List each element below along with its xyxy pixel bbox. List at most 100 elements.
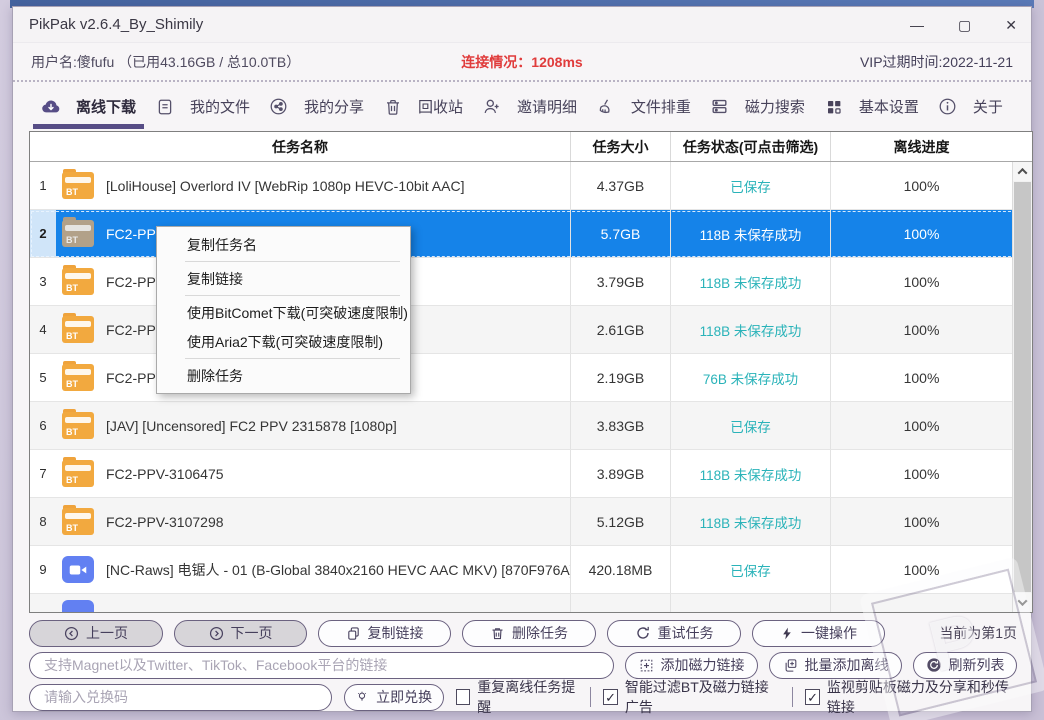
close-button[interactable]: ✕	[1005, 18, 1017, 32]
checkbox-box[interactable]	[456, 689, 471, 705]
checkbox-duplicate-task-alert[interactable]: 重复离线任务提醒	[456, 677, 579, 717]
menu-item-copy-task-name[interactable]: 复制任务名	[157, 230, 410, 259]
task-size: 3.89GB	[570, 450, 670, 497]
scrollbar-up-button[interactable]	[1013, 162, 1032, 181]
tab-invite-details[interactable]: 邀请明细	[480, 84, 579, 129]
checkbox-box[interactable]: ✓	[805, 689, 820, 705]
menu-separator	[185, 261, 400, 262]
task-status: 118B 未保存成功	[670, 258, 830, 305]
checkbox-smart-filter-ads[interactable]: ✓ 智能过滤BT及磁力链接广告	[603, 677, 780, 717]
task-name: [JAV] [Uncensored] FC2 PPV 2315878 [1080…	[106, 418, 397, 434]
retry-task-button[interactable]: 重试任务	[607, 620, 741, 647]
task-name: [NC-Raws] 电锯人 - 01 (B-Global 3840x2160 H…	[106, 560, 570, 580]
table-row[interactable]: 8 BT FC2-PPV-3107298 5.12GB 118B 未保存成功 1…	[30, 498, 1032, 546]
video-file-icon	[62, 556, 94, 583]
maximize-button[interactable]: ▢	[958, 18, 971, 32]
window-controls: — ▢ ✕	[910, 18, 1017, 32]
task-size: 2.61GB	[570, 306, 670, 353]
menu-item-delete-task[interactable]: 删除任务	[157, 361, 410, 390]
task-size: 5.12GB	[570, 498, 670, 545]
trash-icon	[490, 626, 505, 641]
chevron-left-circle-icon	[64, 626, 79, 641]
menu-item-aria2-download[interactable]: 使用Aria2下载(可突破速度限制)	[157, 327, 410, 356]
tab-basic-settings[interactable]: 基本设置	[822, 84, 921, 129]
task-progress: 100%	[830, 546, 1012, 593]
tab-my-shares[interactable]: 我的分享	[267, 84, 366, 129]
tab-file-dedupe[interactable]: 文件排重	[594, 84, 693, 129]
task-status: 118B 未保存成功	[670, 450, 830, 497]
copy-link-button[interactable]: 复制链接	[318, 620, 451, 647]
table-row[interactable]: 1 BT [LoliHouse] Overlord IV [WebRip 108…	[30, 162, 1032, 210]
user-info-bar: 用户名:傻fufu （已用43.16GB / 总10.0TB） 连接情况：120…	[13, 44, 1031, 82]
task-progress: 100%	[830, 210, 1012, 257]
retry-icon	[635, 625, 651, 641]
minimize-button[interactable]: —	[910, 18, 924, 32]
task-size: 3.79GB	[570, 258, 670, 305]
refresh-icon	[926, 657, 942, 673]
table-row-partial[interactable]	[30, 594, 1032, 612]
scrollbar-down-button[interactable]	[1013, 593, 1032, 612]
bt-folder-icon: BT	[62, 172, 94, 199]
task-progress: 100%	[830, 162, 1012, 209]
table-scrollbar[interactable]	[1012, 162, 1032, 612]
redeem-now-button[interactable]: 立即兑换	[344, 684, 444, 711]
share-icon	[269, 97, 289, 117]
person-add-icon	[482, 97, 502, 117]
task-size: 3.83GB	[570, 402, 670, 449]
table-row[interactable]: 7 BT FC2-PPV-3106475 3.89GB 118B 未保存成功 1…	[30, 450, 1032, 498]
task-status: 118B 未保存成功	[670, 498, 830, 545]
scrollbar-thumb[interactable]	[1014, 182, 1031, 592]
table-row[interactable]: 6 BT [JAV] [Uncensored] FC2 PPV 2315878 …	[30, 402, 1032, 450]
bt-folder-icon: BT	[62, 508, 94, 535]
bt-folder-icon: BT	[62, 460, 94, 487]
copy-icon	[346, 626, 361, 641]
column-task-status-filter[interactable]: 任务状态(可点击筛选)	[670, 132, 830, 161]
task-name: FC2-PPV-3106475	[106, 466, 224, 482]
bt-folder-icon: BT	[62, 316, 94, 343]
menu-separator	[185, 295, 400, 296]
checkbox-box[interactable]: ✓	[603, 689, 618, 705]
prev-page-button[interactable]: 上一页	[29, 620, 163, 647]
column-task-name: 任务名称	[30, 132, 570, 161]
redeem-row: 立即兑换 重复离线任务提醒 ✓ 智能过滤BT及磁力链接广告 ✓ 监视剪贴板磁力及…	[29, 683, 1017, 711]
redeem-code-input[interactable]	[29, 684, 332, 711]
vertical-divider	[590, 687, 591, 707]
next-page-button[interactable]: 下一页	[174, 620, 307, 647]
task-name: [LoliHouse] Overlord IV [WebRip 1080p HE…	[106, 178, 464, 194]
info-icon	[938, 97, 958, 117]
task-status: 76B 未保存成功	[670, 354, 830, 401]
task-status: 已保存	[670, 162, 830, 209]
broom-icon	[596, 97, 616, 117]
task-progress: 100%	[830, 354, 1012, 401]
tab-magnet-search[interactable]: 磁力搜索	[708, 84, 807, 129]
refresh-list-button[interactable]: 刷新列表	[913, 652, 1017, 679]
tab-my-files[interactable]: 我的文件	[153, 84, 252, 129]
table-row[interactable]: 9 [NC-Raws] 电锯人 - 01 (B-Global 3840x2160…	[30, 546, 1032, 594]
bt-folder-icon: BT	[62, 364, 94, 391]
task-size: 420.18MB	[570, 546, 670, 593]
task-progress: 100%	[830, 306, 1012, 353]
tab-about[interactable]: 关于	[936, 84, 1005, 129]
checkbox-monitor-clipboard[interactable]: ✓ 监视剪贴板磁力及分享和秒传链接	[805, 677, 1017, 717]
delete-task-button[interactable]: 删除任务	[462, 620, 596, 647]
menu-item-bitcomet-download[interactable]: 使用BitComet下载(可突破速度限制)	[157, 298, 410, 327]
add-link-row: 添加磁力链接 批量添加离线 刷新列表	[29, 651, 1017, 679]
column-task-size: 任务大小	[570, 132, 670, 161]
menu-item-copy-link[interactable]: 复制链接	[157, 264, 410, 293]
page-indicator: 当前为第1页	[939, 623, 1017, 643]
table-header: 任务名称 任务大小 任务状态(可点击筛选) 离线进度	[30, 132, 1032, 162]
task-progress: 100%	[830, 258, 1012, 305]
one-key-action-button[interactable]: 一键操作	[752, 620, 885, 647]
trash-icon	[383, 97, 403, 117]
window-title: PikPak v2.6.4_By_Shimily	[29, 16, 203, 33]
column-offline-progress: 离线进度	[830, 132, 1012, 161]
task-status: 已保存	[670, 546, 830, 593]
context-menu: 复制任务名 复制链接 使用BitComet下载(可突破速度限制) 使用Aria2…	[156, 226, 411, 394]
plus-dashed-icon	[639, 658, 654, 673]
batch-add-offline-button[interactable]: 批量添加离线	[769, 652, 902, 679]
tab-recycle-bin[interactable]: 回收站	[381, 84, 465, 129]
tab-offline-download[interactable]: 离线下载	[39, 84, 138, 129]
vip-expiry-text: VIP过期时间:2022-11-21	[860, 52, 1013, 72]
add-magnet-button[interactable]: 添加磁力链接	[625, 652, 758, 679]
magnet-link-input[interactable]	[29, 652, 614, 679]
